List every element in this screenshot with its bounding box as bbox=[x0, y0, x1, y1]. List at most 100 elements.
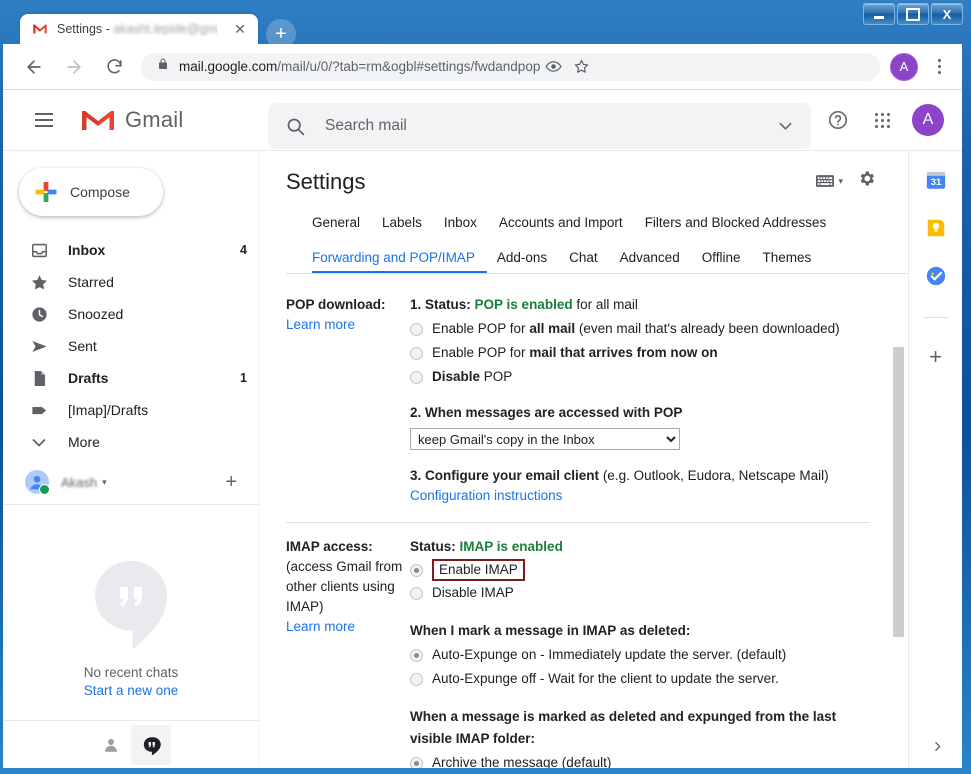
tab-close-icon[interactable]: ✕ bbox=[232, 21, 248, 37]
gmail-logo[interactable]: Gmail bbox=[80, 107, 183, 134]
add-app-button[interactable]: + bbox=[929, 346, 942, 368]
sidebar-account-row[interactable]: Akash ▾ + bbox=[3, 464, 259, 505]
sidebar-item-snoozed[interactable]: Snoozed bbox=[3, 298, 259, 330]
imap-access-label: IMAP access: bbox=[286, 539, 373, 554]
sidebar-item-imap-drafts[interactable]: [Imap]/Drafts bbox=[3, 394, 259, 426]
settings-form: POP download: Learn more 1. Status: POP … bbox=[260, 277, 898, 768]
pop-option-all-mail[interactable]: Enable POP for all mail (even mail that'… bbox=[410, 319, 898, 339]
omnibox-icons bbox=[540, 54, 594, 80]
gmail-sidebar: Compose Inbox 4 Starred Snoozed Sent Dra… bbox=[3, 151, 260, 768]
pop-status-prefix: 1. Status: bbox=[410, 297, 471, 312]
reload-button[interactable] bbox=[97, 50, 131, 84]
gmail-header-actions: A bbox=[818, 90, 944, 150]
browser-toolbar: mail.google.com/mail/u/0/?tab=rm&ogbl#se… bbox=[3, 44, 962, 90]
tab-inbox[interactable]: Inbox bbox=[444, 211, 489, 238]
google-apps-grid-icon[interactable] bbox=[862, 100, 902, 140]
clock-icon bbox=[29, 304, 49, 324]
radio-button[interactable] bbox=[410, 322, 423, 336]
bookmark-star-icon[interactable] bbox=[568, 54, 594, 80]
settings-tabs-row-1: General Labels Inbox Accounts and Import… bbox=[286, 211, 962, 238]
address-bar[interactable]: mail.google.com/mail/u/0/?tab=rm&ogbl#se… bbox=[141, 52, 880, 81]
radio-button[interactable] bbox=[410, 756, 423, 768]
start-new-chat-link[interactable]: Start a new one bbox=[84, 683, 179, 698]
imap-option-disable[interactable]: Disable IMAP bbox=[410, 583, 898, 603]
vertical-scrollbar-thumb[interactable] bbox=[893, 347, 904, 637]
hangouts-chat-icon[interactable] bbox=[131, 725, 171, 765]
sidebar-item-label: Snoozed bbox=[68, 306, 124, 322]
sidebar-item-drafts[interactable]: Drafts 1 bbox=[3, 362, 259, 394]
pop-access-action-select[interactable]: keep Gmail's copy in the Inbox mark Gmai… bbox=[410, 428, 680, 450]
imap-expunge-on[interactable]: Auto-Expunge on - Immediately update the… bbox=[410, 645, 898, 665]
help-circle-icon[interactable] bbox=[818, 100, 858, 140]
tab-labels[interactable]: Labels bbox=[382, 211, 434, 238]
tab-add-ons[interactable]: Add-ons bbox=[497, 246, 559, 273]
expand-panel-chevron-icon[interactable] bbox=[931, 740, 944, 757]
search-icon bbox=[285, 116, 306, 137]
chevron-down-icon bbox=[29, 432, 49, 452]
radio-button[interactable] bbox=[410, 672, 423, 686]
sidebar-item-starred[interactable]: Starred bbox=[3, 266, 259, 298]
sidebar-item-label: [Imap]/Drafts bbox=[68, 402, 149, 418]
google-tasks-icon[interactable] bbox=[925, 265, 947, 287]
gmail-m-icon bbox=[80, 107, 116, 134]
sidebar-item-inbox[interactable]: Inbox 4 bbox=[3, 234, 259, 266]
tab-advanced[interactable]: Advanced bbox=[620, 246, 692, 273]
pop-step2-select-wrap: keep Gmail's copy in the Inbox mark Gmai… bbox=[410, 428, 898, 450]
google-calendar-icon[interactable]: 31 bbox=[925, 169, 947, 191]
browser-tabstrip: Settings - akasht.lepide@gmail.co ✕ + bbox=[3, 4, 962, 49]
pop-option-label: Enable POP for all mail (even mail that'… bbox=[432, 321, 840, 336]
tab-chat[interactable]: Chat bbox=[569, 246, 610, 273]
tab-offline[interactable]: Offline bbox=[702, 246, 753, 273]
contacts-person-icon[interactable] bbox=[91, 725, 131, 765]
three-dot-menu-icon[interactable] bbox=[924, 52, 954, 82]
compose-button[interactable]: Compose bbox=[19, 168, 163, 216]
chevron-down-icon[interactable] bbox=[779, 117, 792, 135]
hamburger-menu-icon[interactable] bbox=[35, 108, 59, 132]
address-bar-url: mail.google.com/mail/u/0/?tab=rm&ogbl#se… bbox=[179, 59, 541, 74]
send-icon bbox=[29, 336, 49, 356]
sidebar-bottom-bar bbox=[3, 720, 259, 768]
add-account-button[interactable]: + bbox=[225, 472, 237, 492]
radio-button[interactable] bbox=[410, 648, 423, 662]
tab-general[interactable]: General bbox=[312, 211, 372, 238]
imap-option-enable[interactable]: Enable IMAP bbox=[410, 559, 898, 581]
forward-button[interactable] bbox=[57, 50, 91, 84]
chevron-down-icon[interactable]: ▾ bbox=[102, 477, 107, 488]
imap-folder-heading-line1: When a message is marked as deleted and … bbox=[410, 709, 837, 724]
eye-view-icon[interactable] bbox=[540, 54, 566, 80]
pop-learn-more-link[interactable]: Learn more bbox=[286, 315, 410, 335]
sidebar-item-more[interactable]: More bbox=[3, 426, 259, 458]
tab-forwarding-and-pop-imap[interactable]: Forwarding and POP/IMAP bbox=[312, 246, 487, 273]
search-bar[interactable] bbox=[268, 103, 811, 149]
radio-button[interactable] bbox=[410, 370, 423, 384]
star-icon bbox=[29, 272, 49, 292]
hangouts-icon bbox=[89, 557, 173, 651]
sidebar-item-label: Starred bbox=[68, 274, 114, 290]
sidebar-item-label: Drafts bbox=[68, 370, 109, 386]
configuration-instructions-link[interactable]: Configuration instructions bbox=[410, 486, 898, 506]
gmail-logo-text: Gmail bbox=[125, 107, 184, 132]
tab-themes[interactable]: Themes bbox=[762, 246, 823, 273]
pop-option-from-now-on[interactable]: Enable POP for mail that arrives from no… bbox=[410, 343, 898, 363]
keyboard-shortcuts-icon[interactable]: ▾ bbox=[816, 175, 843, 187]
radio-button[interactable] bbox=[410, 563, 423, 577]
section-divider bbox=[286, 522, 870, 523]
sidebar-item-sent[interactable]: Sent bbox=[3, 330, 259, 362]
pop-option-disable[interactable]: Disable POP bbox=[410, 367, 898, 387]
browser-tab-settings[interactable]: Settings - akasht.lepide@gmail.co ✕ bbox=[20, 14, 258, 44]
browser-profile-avatar[interactable]: A bbox=[890, 52, 918, 81]
tab-filters-and-blocked-addresses[interactable]: Filters and Blocked Addresses bbox=[645, 211, 839, 238]
google-keep-icon[interactable] bbox=[925, 217, 947, 239]
back-button[interactable] bbox=[17, 50, 51, 84]
settings-scroll-area[interactable]: POP download: Learn more 1. Status: POP … bbox=[260, 277, 962, 768]
radio-button[interactable] bbox=[410, 586, 423, 600]
imap-status-line: Status: IMAP is enabled bbox=[410, 537, 898, 557]
imap-learn-more-link[interactable]: Learn more bbox=[286, 617, 410, 637]
radio-button[interactable] bbox=[410, 346, 423, 360]
tab-accounts-and-import[interactable]: Accounts and Import bbox=[499, 211, 635, 238]
gear-icon[interactable] bbox=[857, 169, 876, 193]
imap-expunge-off[interactable]: Auto-Expunge off - Wait for the client t… bbox=[410, 669, 898, 689]
imap-folder-archive[interactable]: Archive the message (default) bbox=[410, 753, 898, 768]
avatar[interactable]: A bbox=[912, 104, 944, 136]
search-input[interactable] bbox=[323, 116, 779, 136]
